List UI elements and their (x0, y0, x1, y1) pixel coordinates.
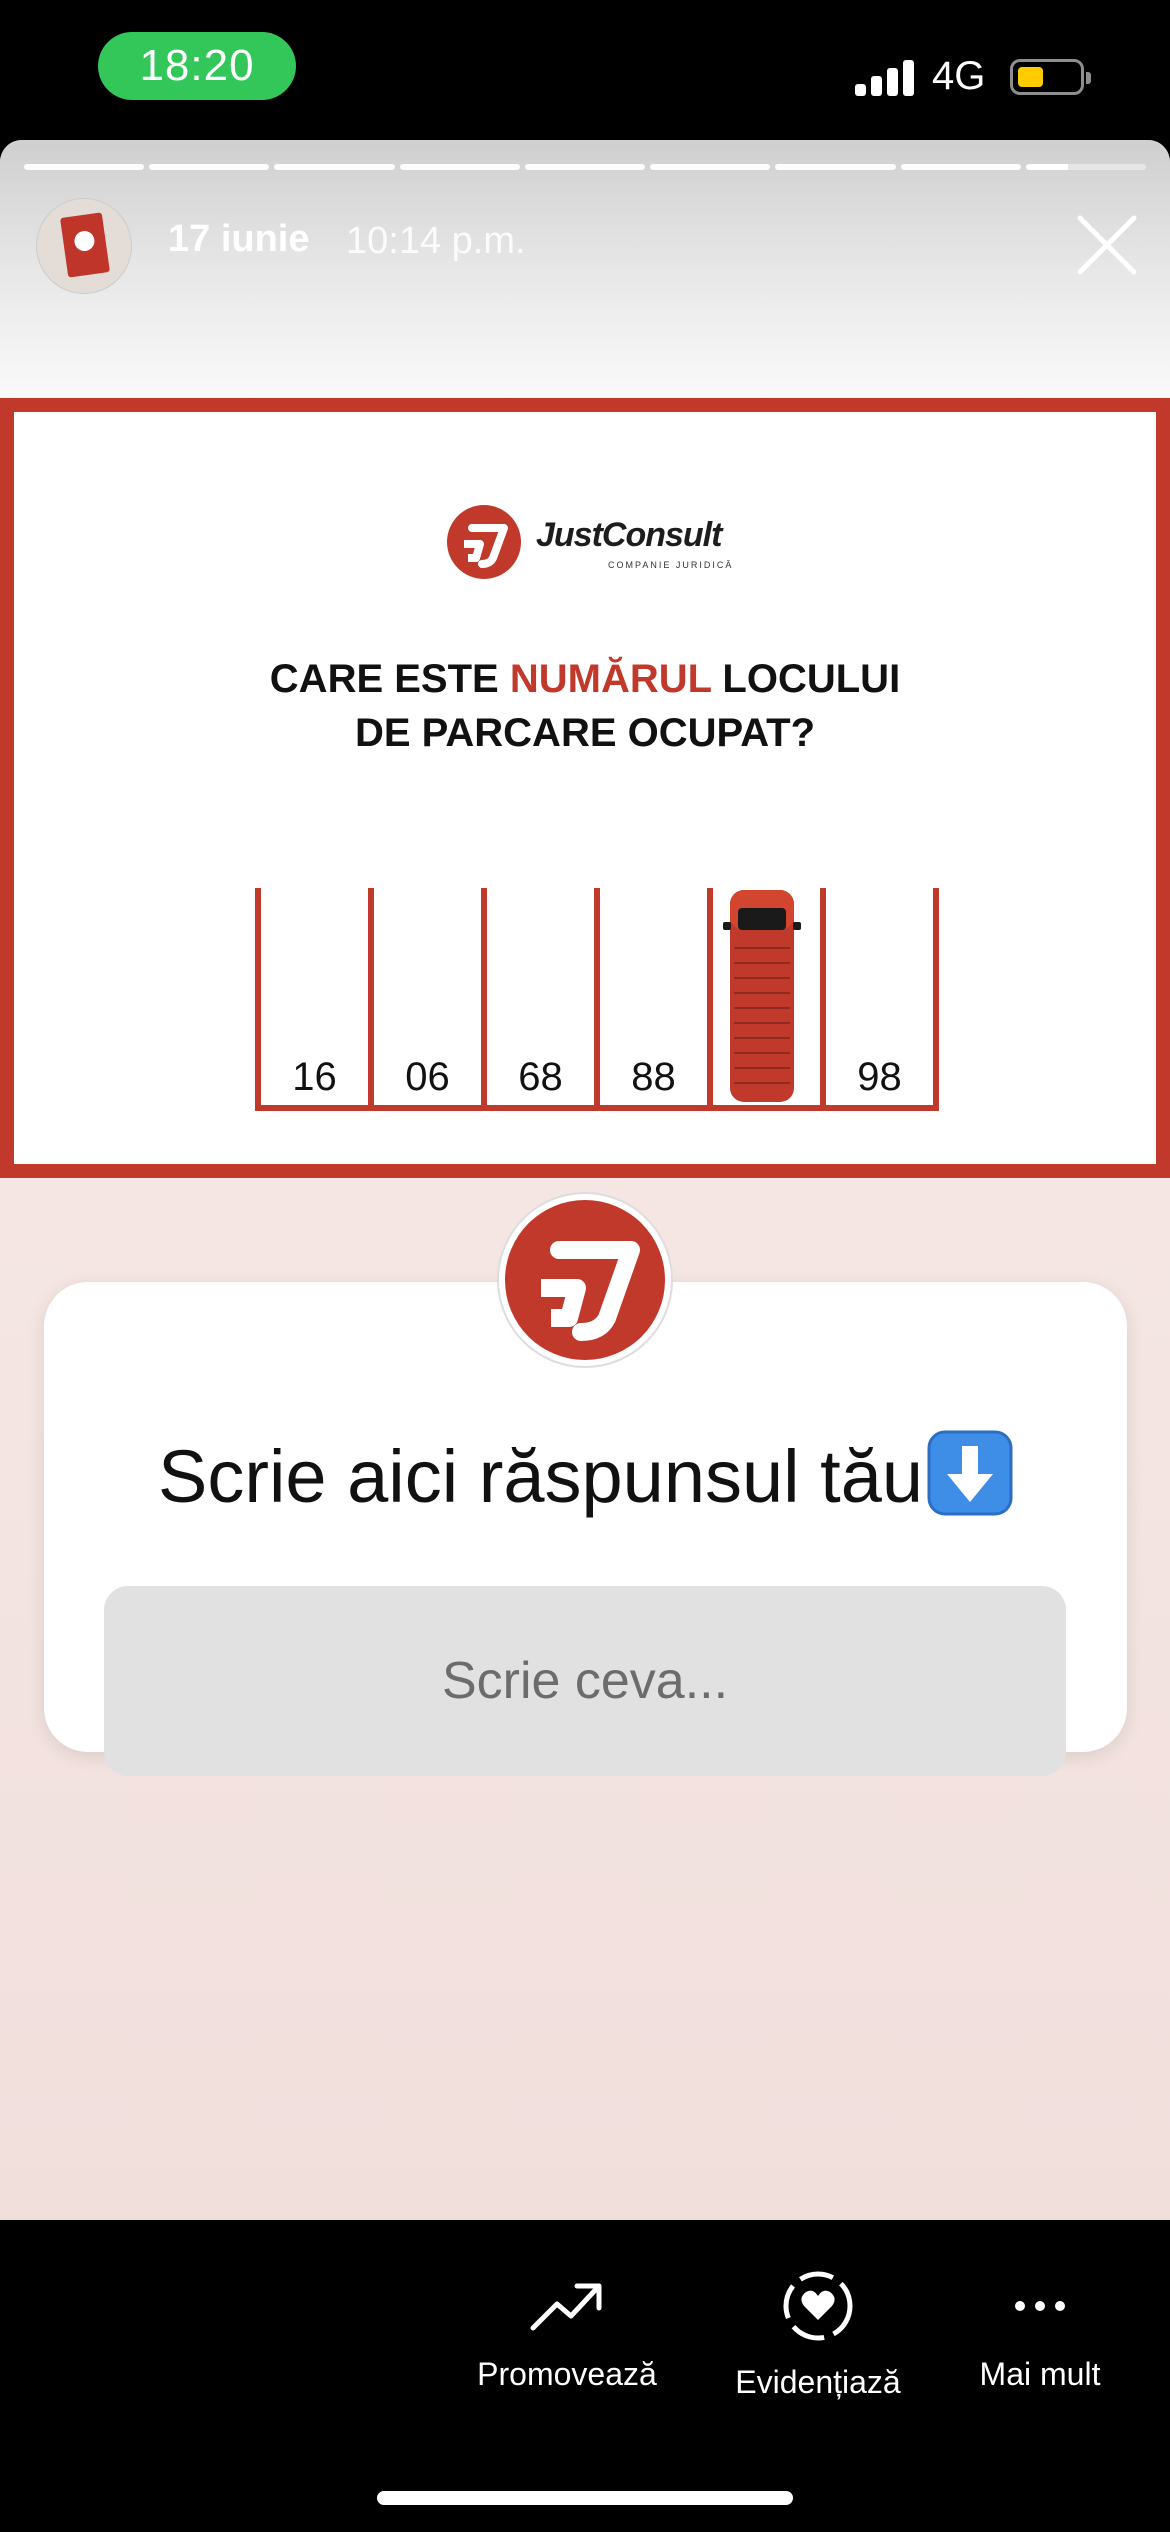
network-type: 4G (932, 54, 986, 98)
story-viewer[interactable]: 17 iunie 10:14 p.m. JustConsult COMPANIE… (0, 140, 1170, 2220)
post-question: CARE ESTE NUMĂRUL LOCULUI DE PARCARE OCU… (14, 652, 1156, 760)
highlight-button[interactable]: Evidențiază (708, 2271, 928, 2401)
post-image: JustConsult COMPANIE JURIDICĂ CARE ESTE … (0, 398, 1170, 1178)
story-progress-segment (900, 164, 1021, 170)
story-progress-segment (399, 164, 520, 170)
parking-spot-number: 06 (405, 1055, 450, 1099)
more-label: Mai mult (979, 2356, 1101, 2392)
home-indicator[interactable] (377, 2491, 793, 2505)
trending-up-icon (530, 2283, 602, 2331)
question-line2: DE PARCARE OCUPAT? (355, 711, 815, 755)
promote-label: Promovează (477, 2356, 657, 2392)
brand-subtitle: COMPANIE JURIDICĂ (608, 560, 734, 570)
sticker-avatar-logo-icon (497, 1192, 673, 1368)
parking-spot-number: 88 (631, 1055, 676, 1099)
story-progress-segment (149, 164, 270, 170)
parking-lot-diagram: 16 06 68 88 98 (255, 888, 939, 1111)
story-progress-segment (650, 164, 771, 170)
parking-spot-number: 16 (292, 1055, 337, 1099)
question-text: CARE ESTE (269, 657, 510, 701)
story-progress-segment (775, 164, 896, 170)
parking-spot-number: 68 (518, 1055, 563, 1099)
promote-button[interactable]: Promovează (457, 2276, 677, 2393)
story-time: 10:14 p.m. (346, 220, 526, 262)
story-progress-bar (24, 164, 1146, 170)
justconsult-logo-icon (447, 505, 521, 579)
sticker-prompt: Scrie aici răspunsul tău (44, 1430, 1127, 1519)
story-progress-segment (524, 164, 646, 170)
highlight-heart-icon (783, 2271, 853, 2341)
truck-icon (723, 890, 801, 1102)
profile-avatar[interactable] (36, 198, 132, 294)
cellular-signal-icon (855, 58, 915, 96)
reply-input[interactable] (104, 1586, 1066, 1776)
battery-icon (1010, 59, 1091, 95)
more-button[interactable]: Mai mult (930, 2276, 1150, 2393)
question-highlight: NUMĂRUL (509, 657, 712, 701)
parking-spot-number: 98 (857, 1055, 902, 1099)
down-arrow-icon (927, 1430, 1013, 1516)
question-text-end: LOCULUI (711, 657, 901, 701)
story-date: 17 iunie (168, 218, 310, 260)
story-progress-segment (274, 164, 395, 170)
status-time: 18:20 (98, 32, 296, 100)
brand-logo: JustConsult COMPANIE JURIDICĂ (446, 504, 766, 584)
highlight-label: Evidențiază (735, 2364, 901, 2400)
sticker-prompt-text: Scrie aici răspunsul tău (157, 1435, 924, 1518)
close-icon[interactable] (1072, 210, 1142, 280)
story-header: 17 iunie 10:14 p.m. (0, 140, 1170, 398)
story-actions-bar: Promovează Evidențiază Mai mult (0, 2220, 1170, 2532)
more-dots-icon (1015, 2301, 1065, 2311)
story-progress-segment (1025, 164, 1146, 170)
brand-name: JustConsult (536, 516, 722, 554)
story-progress-segment (24, 164, 145, 170)
